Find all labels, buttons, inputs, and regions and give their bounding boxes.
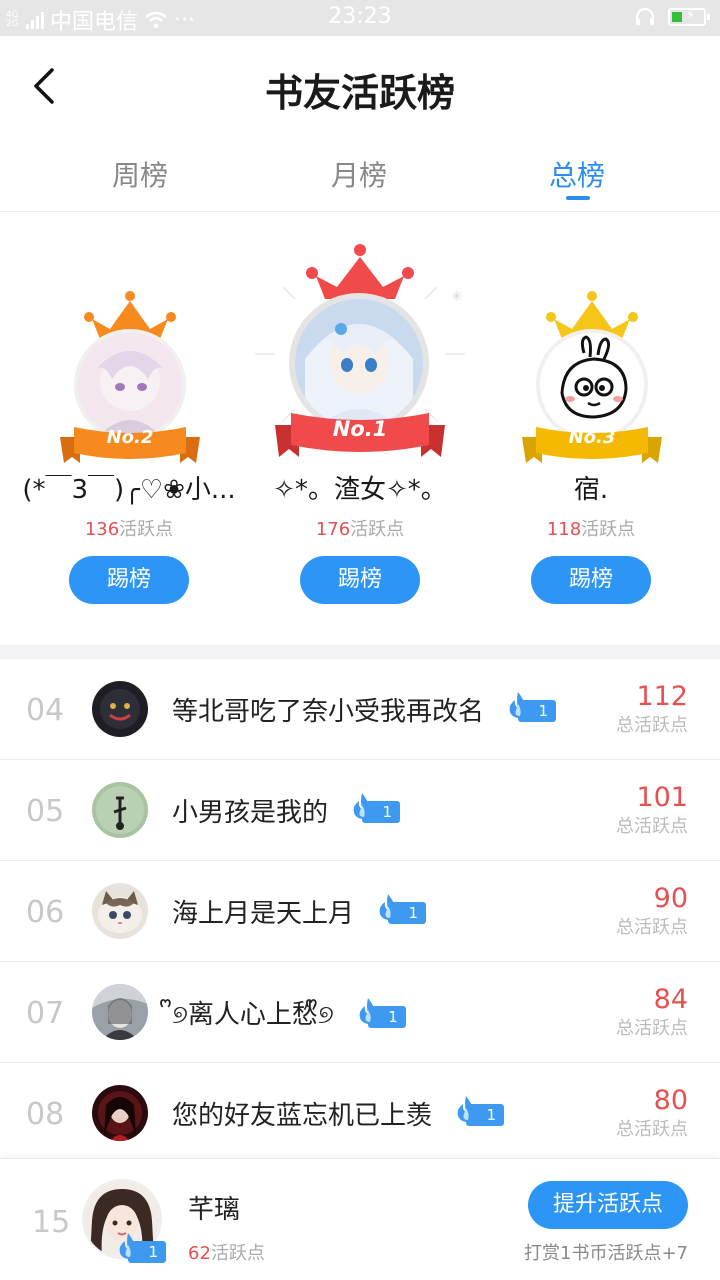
score-block: 80 总活跃点	[616, 1085, 688, 1143]
level-badge: 1	[374, 893, 427, 924]
podium-name: ✧*。渣女✧*。	[273, 475, 447, 505]
rank-badge: No.1	[332, 417, 388, 441]
user-name: 等北哥吃了奈小受我再改名	[172, 697, 485, 727]
score-label: 总活跃点	[616, 917, 688, 938]
level-badge: 1	[114, 1233, 166, 1263]
podium-points: 176活跃点	[315, 519, 405, 540]
tab-overall[interactable]: 总榜	[497, 154, 657, 194]
score-block: 84 总活跃点	[616, 984, 688, 1042]
list-item-name-wrap: 等北哥吃了奈小受我再改名 1	[172, 691, 557, 728]
section-divider	[0, 645, 720, 659]
headset-icon	[635, 7, 655, 25]
red-crown-icon	[306, 244, 414, 299]
score-block: 90 总活跃点	[616, 883, 688, 941]
top-three-podium: No.2 (*￣3￣)╭♡❀小... 136活跃点 踢榜 ✳ No.1 ✧*。渣…	[0, 213, 720, 645]
my-points: 62活跃点	[188, 1243, 265, 1264]
user-name: ᩚ୭离人心上愁ᩚ୭	[172, 1000, 334, 1030]
level-badge: 1	[348, 792, 401, 823]
header: 书友活跃榜	[0, 36, 720, 140]
user-name: 小男孩是我的	[172, 798, 329, 828]
user-name: 海上月是天上月	[172, 899, 355, 929]
list-item[interactable]: 06 海上月是天上月 1 90 总活跃点	[0, 861, 720, 962]
level-badge: 1	[504, 691, 557, 722]
status-bar: 4G 2G 中国电信 ··· 23:23 ⚡	[0, 0, 720, 36]
list-item-name-wrap: 小男孩是我的 1	[172, 792, 401, 829]
list-item[interactable]: 05 小男孩是我的 1 101 总活跃点	[0, 760, 720, 861]
score-value: 84	[653, 984, 688, 1015]
avatar[interactable]	[92, 883, 148, 939]
kick-button[interactable]: 踢榜	[531, 556, 651, 604]
podium-second: No.2 (*￣3￣)╭♡❀小... 136活跃点 踢榜	[14, 213, 244, 645]
rank-number: 05	[26, 794, 65, 829]
avatar[interactable]	[92, 984, 148, 1040]
avatar[interactable]	[92, 1085, 148, 1141]
status-right: ⚡	[634, 6, 710, 28]
list-item[interactable]: 04 等北哥吃了奈小受我再改名 1 112 总活跃点	[0, 659, 720, 760]
podium-name: 宿.	[573, 475, 609, 505]
rank-badge: No.3	[568, 427, 616, 448]
level-badge: 1	[452, 1095, 505, 1126]
flame-icon	[359, 997, 377, 1024]
kick-button[interactable]: 踢榜	[69, 556, 189, 604]
podium-points: 136活跃点	[84, 519, 174, 540]
rank-number: 08	[26, 1097, 65, 1132]
score-label: 总活跃点	[616, 715, 688, 736]
avatar[interactable]	[92, 782, 148, 838]
flame-icon	[457, 1095, 475, 1122]
my-name: 芊璃	[188, 1195, 241, 1225]
rank-badge: No.2	[106, 427, 154, 448]
flame-icon	[509, 691, 527, 718]
boost-activity-button[interactable]: 提升活跃点	[528, 1181, 688, 1229]
score-block: 112 总活跃点	[616, 681, 688, 739]
podium-first: ✳ No.1 ✧*。渣女✧*。 176活跃点 踢榜	[245, 213, 475, 645]
rank-number: 07	[26, 996, 65, 1031]
tab-weekly[interactable]: 周榜	[60, 154, 220, 194]
score-value: 112	[636, 681, 688, 712]
score-label: 总活跃点	[616, 1018, 688, 1039]
podium-points: 118活跃点	[546, 519, 636, 540]
list-item[interactable]: 08 您的好友蓝忘机已上羡 1 80 总活跃点	[0, 1063, 720, 1164]
list-item-name-wrap: 海上月是天上月 1	[172, 893, 427, 930]
level-badge: 1	[354, 997, 406, 1028]
podium-third: No.3 宿. 118活跃点 踢榜	[476, 213, 706, 645]
ranking-list: 04 等北哥吃了奈小受我再改名 1 112 总活跃点 05 小男孩是我的 1 1…	[0, 659, 720, 1164]
ranking-tabs: 周榜 月榜 总榜	[0, 140, 720, 212]
podium-name: (*￣3￣)╭♡❀小...	[22, 475, 236, 505]
page-title: 书友活跃榜	[264, 70, 455, 115]
list-item[interactable]: 07 ᩚ୭离人心上愁ᩚ୭ 1 84 总活跃点	[0, 962, 720, 1063]
user-name: 您的好友蓝忘机已上羡	[172, 1101, 433, 1131]
rank-number: 04	[26, 693, 65, 728]
kick-button[interactable]: 踢榜	[300, 556, 420, 604]
svg-text:✳: ✳	[451, 289, 463, 305]
my-rank-bar: 15 1 芊璃 62活跃点 提升活跃点 打赏1书币活跃点+7	[0, 1158, 720, 1280]
score-block: 101 总活跃点	[616, 782, 688, 840]
my-rank-number: 15	[32, 1205, 71, 1240]
clock: 23:23	[328, 4, 392, 29]
list-item-name-wrap: 您的好友蓝忘机已上羡 1	[172, 1095, 505, 1132]
score-value: 80	[653, 1085, 688, 1116]
battery-icon: ⚡	[668, 8, 710, 26]
score-value: 101	[636, 782, 688, 813]
rank-number: 06	[26, 895, 65, 930]
avatar[interactable]	[92, 681, 148, 737]
score-value: 90	[653, 883, 688, 914]
flame-icon	[119, 1233, 137, 1259]
flame-icon	[379, 893, 397, 920]
active-tab-indicator	[566, 196, 590, 200]
list-item-name-wrap: ᩚ୭离人心上愁ᩚ୭ 1	[172, 994, 406, 1037]
tab-monthly[interactable]: 月榜	[279, 154, 439, 194]
flame-icon	[353, 792, 371, 819]
score-label: 总活跃点	[616, 816, 688, 837]
score-label: 总活跃点	[616, 1119, 688, 1140]
boost-note: 打赏1书币活跃点+7	[524, 1243, 688, 1264]
